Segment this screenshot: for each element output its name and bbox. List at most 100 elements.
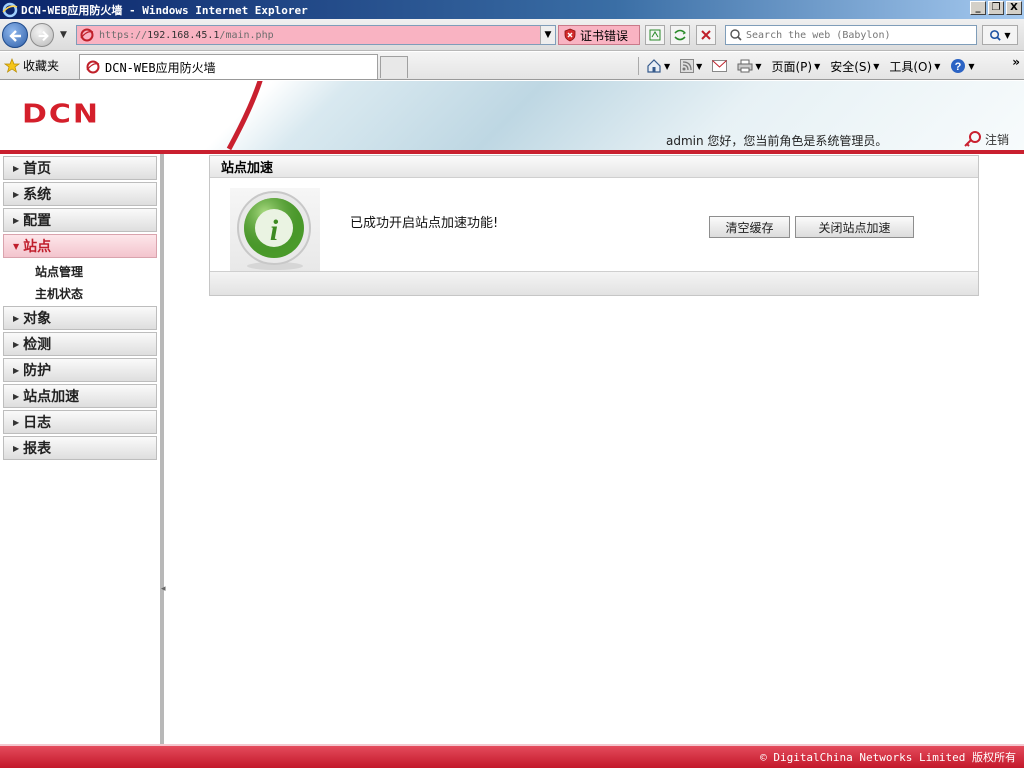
window-controls: _ ❐ X (970, 1, 1022, 15)
command-bar: ▼ ▼ ▼ 页面(P) ▼ 安全(S) ▼ 工具(O) ▼ ? ▼ (636, 56, 980, 76)
header-swoosh-decoration (226, 81, 263, 150)
expand-arrow-icon: ▶ (13, 443, 20, 453)
expand-arrow-icon: ▶ (13, 313, 20, 323)
tab-title: DCN-WEB应用防火墙 (105, 60, 216, 75)
favorites-button[interactable]: 收藏夹 (4, 57, 59, 74)
search-provider-icon (730, 29, 742, 41)
svg-text:i: i (270, 214, 279, 247)
compatibility-icon (649, 29, 661, 41)
home-icon (647, 59, 661, 73)
sidebar-item-label: 首页 (23, 161, 52, 177)
address-bar[interactable]: https://192.168.45.1/main.php ▼ (76, 25, 556, 45)
browser-tab[interactable]: DCN-WEB应用防火墙 (79, 54, 378, 79)
refresh-icon (674, 29, 686, 41)
tools-menu[interactable]: 工具(O) ▼ (884, 56, 945, 76)
url-scheme: https:// (99, 29, 148, 41)
print-button[interactable]: ▼ (732, 56, 766, 76)
recent-pages-dropdown-icon[interactable]: ▼ (60, 30, 67, 40)
sidebar-item-protection[interactable]: ▶ 防护 (3, 358, 157, 382)
home-dropdown-icon[interactable]: ▼ (664, 62, 670, 71)
search-button[interactable]: ▼ (982, 25, 1018, 45)
sidebar-item-label: 站点加速 (23, 389, 80, 405)
sidebar-item-label: 报表 (23, 441, 52, 457)
certificate-error-label: 证书错误 (580, 28, 629, 43)
sidebar-item-objects[interactable]: ▶ 对象 (3, 306, 157, 330)
sidebar-item-site[interactable]: ▼ 站点 (3, 234, 157, 258)
print-icon (737, 59, 753, 73)
expand-arrow-icon: ▶ (13, 339, 20, 349)
minimize-button[interactable]: _ (970, 1, 986, 15)
close-window-button[interactable]: X (1006, 1, 1022, 15)
tools-menu-label: 工具(O) (889, 59, 933, 74)
panel-footer (210, 271, 978, 295)
new-tab-button[interactable] (380, 56, 408, 78)
sidebar-item-site-acceleration[interactable]: ▶ 站点加速 (3, 384, 157, 408)
refresh-button[interactable] (670, 25, 690, 45)
sidebar-collapse-handle-icon[interactable]: ◂ (161, 584, 167, 608)
back-button[interactable] (2, 22, 28, 48)
safety-menu[interactable]: 安全(S) ▼ (825, 56, 884, 76)
sidebar-item-logs[interactable]: ▶ 日志 (3, 410, 157, 434)
tools-menu-dropdown-icon: ▼ (934, 61, 941, 71)
expand-arrow-icon: ▶ (13, 215, 20, 225)
sidebar-item-system[interactable]: ▶ 系统 (3, 182, 157, 206)
help-button[interactable]: ? ▼ (945, 56, 979, 76)
page-menu[interactable]: 页面(P) ▼ (766, 56, 825, 76)
safety-menu-label: 安全(S) (830, 59, 872, 74)
sidebar-item-reports[interactable]: ▶ 报表 (3, 436, 157, 460)
home-button[interactable]: ▼ (641, 56, 675, 76)
feeds-dropdown-icon[interactable]: ▼ (696, 62, 702, 71)
window-titlebar[interactable]: DCN-WEB应用防火墙 - Windows Internet Explorer… (0, 0, 1024, 19)
print-dropdown-icon[interactable]: ▼ (755, 62, 761, 71)
app-header: DCN admin 您好，您当前角色是系统管理员。 注销 (0, 81, 1024, 154)
search-box[interactable] (725, 25, 977, 45)
address-dropdown-icon[interactable]: ▼ (540, 26, 555, 44)
sidebar-item-label: 站点 (23, 239, 52, 255)
favorites-label: 收藏夹 (23, 59, 60, 73)
sidebar-item-detection[interactable]: ▶ 检测 (3, 332, 157, 356)
site-acceleration-panel: 站点加速 i 已成功开启站点加速功能! 清空缓存 关闭站点加速 (209, 155, 979, 296)
info-icon: i (237, 191, 311, 270)
feeds-button[interactable]: ▼ (675, 56, 707, 76)
info-image: i (230, 188, 320, 272)
help-dropdown-icon[interactable]: ▼ (968, 62, 974, 71)
safety-menu-dropdown-icon: ▼ (873, 61, 880, 71)
forward-button[interactable] (30, 23, 54, 47)
window-title: DCN-WEB应用防火墙 - Windows Internet Explorer (21, 3, 308, 17)
command-separator (638, 57, 639, 75)
forward-arrow-icon (38, 30, 49, 42)
mail-icon (712, 60, 728, 72)
tab-page-icon (86, 60, 100, 74)
key-icon (964, 131, 981, 147)
compatibility-view-button[interactable] (645, 25, 665, 45)
sidebar: ▶ 首页 ▶ 系统 ▶ 配置 ▼ 站点 站点管理 主机状态 ▶ 对象 ▶ 检测 ▶ 防护 ▶ 站… (0, 154, 167, 744)
mail-button[interactable] (707, 56, 732, 76)
url-host: 192.168.45.1 (147, 29, 220, 41)
address-url[interactable]: https://192.168.45.1/main.php (99, 30, 540, 41)
shield-error-icon (564, 28, 576, 42)
collapse-arrow-icon: ▼ (13, 241, 20, 251)
certificate-error-button[interactable]: 证书错误 (558, 25, 640, 45)
sidebar-item-label: 日志 (23, 415, 52, 431)
search-input[interactable] (746, 29, 976, 41)
toolbar-overflow-icon[interactable]: » (1012, 55, 1020, 69)
ie-icon (2, 2, 18, 17)
logout-link[interactable]: 注销 (963, 130, 1009, 148)
disable-acceleration-button[interactable]: 关闭站点加速 (795, 216, 914, 238)
user-greeting: admin 您好，您当前角色是系统管理员。 (666, 134, 888, 148)
sidebar-subitem-site-management[interactable]: 站点管理 (0, 260, 160, 282)
back-arrow-icon (9, 30, 21, 42)
sidebar-item-home[interactable]: ▶ 首页 (3, 156, 157, 180)
sidebar-item-config[interactable]: ▶ 配置 (3, 208, 157, 232)
sidebar-subitem-host-status[interactable]: 主机状态 (0, 282, 160, 304)
search-options-icon[interactable]: ▼ (1004, 31, 1010, 40)
expand-arrow-icon: ▶ (13, 417, 20, 427)
url-path: /main.php (219, 29, 274, 41)
clear-cache-button[interactable]: 清空缓存 (709, 216, 790, 238)
dcn-logo: DCN (22, 99, 101, 130)
restore-button[interactable]: ❐ (988, 1, 1004, 15)
page-menu-dropdown-icon: ▼ (814, 61, 821, 71)
sidebar-item-label: 防护 (23, 363, 52, 379)
stop-button[interactable] (696, 25, 716, 45)
ie-page-icon (80, 28, 94, 42)
